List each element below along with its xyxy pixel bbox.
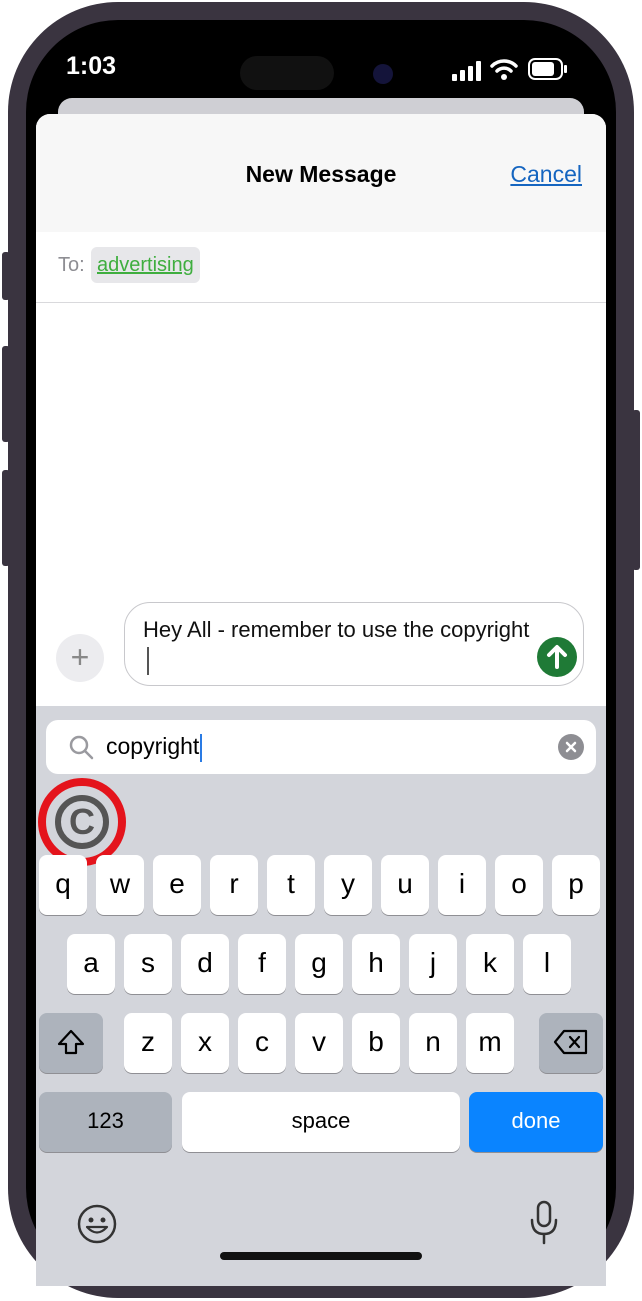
key-i[interactable]: i — [438, 855, 486, 915]
key-h[interactable]: h — [352, 934, 400, 994]
new-message-sheet: New Message Cancel To: advertising + Hey… — [36, 114, 606, 1286]
status-time: 1:03 — [66, 52, 117, 80]
search-icon — [69, 735, 94, 760]
text-cursor — [147, 647, 149, 676]
side-button-right — [632, 410, 640, 570]
key-z[interactable]: z — [124, 1013, 172, 1073]
to-field[interactable]: To: advertising — [36, 232, 606, 303]
key-m[interactable]: m — [466, 1013, 514, 1073]
copyright-emoji-result[interactable]: C — [38, 778, 126, 866]
key-v[interactable]: v — [295, 1013, 343, 1073]
key-y[interactable]: y — [324, 855, 372, 915]
message-text: Hey All - remember to use the copyright — [143, 615, 533, 676]
key-g[interactable]: g — [295, 934, 343, 994]
wifi-icon — [490, 59, 518, 80]
key-o[interactable]: o — [495, 855, 543, 915]
shift-icon — [57, 1029, 85, 1055]
recipient-chip[interactable]: advertising — [91, 247, 200, 283]
key-u[interactable]: u — [381, 855, 429, 915]
backspace-icon — [553, 1029, 588, 1055]
message-input[interactable]: Hey All - remember to use the copyright — [124, 602, 584, 686]
clear-search-button[interactable] — [558, 734, 584, 760]
key-e[interactable]: e — [153, 855, 201, 915]
key-s[interactable]: s — [124, 934, 172, 994]
side-button-left-2 — [2, 346, 10, 442]
home-indicator[interactable] — [220, 1252, 422, 1260]
signal-icon — [452, 61, 481, 81]
message-text-value: Hey All - remember to use the copyright — [143, 617, 530, 642]
send-arrow-icon — [547, 645, 567, 669]
key-f[interactable]: f — [238, 934, 286, 994]
dynamic-island — [240, 56, 334, 90]
emoji-search-value: copyright — [106, 733, 200, 759]
key-c[interactable]: c — [238, 1013, 286, 1073]
emoji-search-text: copyright — [106, 733, 203, 762]
key-a[interactable]: a — [67, 934, 115, 994]
key-x[interactable]: x — [181, 1013, 229, 1073]
side-button-left-3 — [2, 470, 10, 566]
key-n[interactable]: n — [409, 1013, 457, 1073]
clear-icon — [565, 741, 577, 753]
search-cursor — [200, 733, 203, 762]
emoji-search-field[interactable]: copyright — [46, 720, 596, 774]
camera-dot — [373, 64, 393, 84]
cancel-button[interactable]: Cancel — [510, 161, 582, 188]
done-key[interactable]: done — [469, 1092, 603, 1152]
key-r[interactable]: r — [210, 855, 258, 915]
side-button-left-1 — [2, 252, 10, 300]
key-p[interactable]: p — [552, 855, 600, 915]
keyboard: copyright C q w e r t y u i o p a s d f … — [36, 706, 606, 1286]
send-button[interactable] — [537, 637, 577, 677]
key-k[interactable]: k — [466, 934, 514, 994]
shift-key[interactable] — [39, 1013, 103, 1073]
battery-icon — [528, 58, 567, 80]
plus-button[interactable]: + — [56, 634, 104, 682]
key-d[interactable]: d — [181, 934, 229, 994]
key-l[interactable]: l — [523, 934, 571, 994]
numbers-key[interactable]: 123 — [39, 1092, 172, 1152]
key-t[interactable]: t — [267, 855, 315, 915]
nav-bar: New Message Cancel — [36, 114, 606, 233]
backspace-key[interactable] — [539, 1013, 603, 1073]
emoji-icon[interactable] — [76, 1203, 118, 1245]
key-w[interactable]: w — [96, 855, 144, 915]
microphone-icon[interactable] — [528, 1200, 560, 1246]
key-b[interactable]: b — [352, 1013, 400, 1073]
key-j[interactable]: j — [409, 934, 457, 994]
to-label: To: — [58, 254, 85, 276]
copyright-symbol: C — [55, 795, 109, 849]
key-q[interactable]: q — [39, 855, 87, 915]
space-key[interactable]: space — [182, 1092, 460, 1152]
